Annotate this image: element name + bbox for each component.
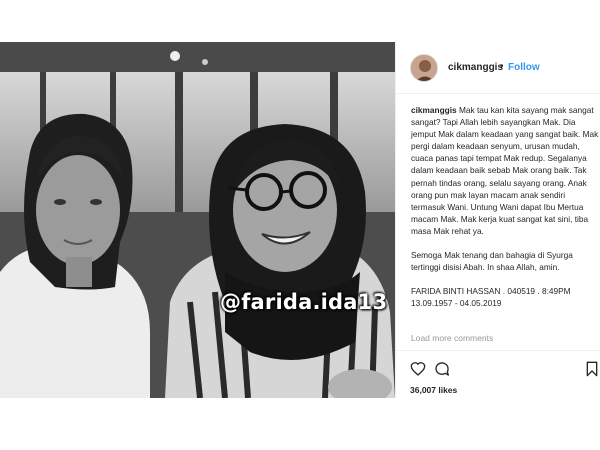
post-header: cikmanggis • Follow (396, 42, 600, 94)
photo-illustration (0, 42, 395, 398)
bookmark-icon[interactable] (586, 361, 598, 377)
header-username[interactable]: cikmanggis (448, 62, 503, 73)
likes-count[interactable]: 36,007 likes (410, 385, 457, 395)
avatar-image (411, 55, 437, 81)
instagram-post: @farida.ida13 cikmanggis • Follow cikman… (0, 42, 600, 398)
post-caption: cikmanggis Mak tau kan kita sayang mak s… (411, 104, 600, 321)
photo-watermark: @farida.ida13 (220, 290, 388, 314)
comment-icon[interactable] (434, 361, 450, 377)
heart-icon[interactable] (410, 361, 426, 377)
caption-username[interactable]: cikmanggis (411, 105, 457, 115)
caption-paragraph-3: FARIDA BINTI HASSAN . 040519 . 8:49PM 13… (411, 286, 571, 309)
caption-text-1: Mak tau kan kita sayang mak sangat sanga… (411, 105, 599, 236)
header-separator: • (500, 61, 504, 72)
profile-avatar[interactable] (410, 54, 438, 82)
caption-paragraph-1: cikmanggis Mak tau kan kita sayang mak s… (411, 104, 600, 237)
load-more-comments-link[interactable]: Load more comments (411, 333, 493, 343)
post-side-panel: cikmanggis • Follow cikmanggis Mak tau k… (395, 42, 600, 398)
caption-paragraph-2: Semoga Mak tenang dan bahagia di Syurga … (411, 250, 573, 273)
post-photo[interactable]: @farida.ida13 (0, 42, 395, 398)
post-actions: 36,007 likes (396, 350, 600, 398)
follow-button[interactable]: Follow (508, 62, 540, 73)
